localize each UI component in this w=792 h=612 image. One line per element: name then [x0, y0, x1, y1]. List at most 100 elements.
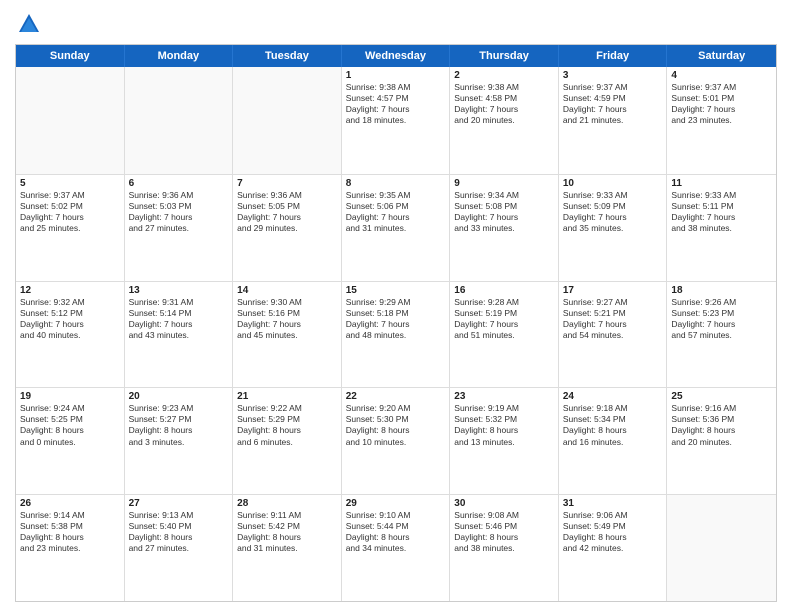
table-row — [667, 495, 776, 601]
cell-info: Sunrise: 9:29 AMSunset: 5:18 PMDaylight:… — [346, 297, 446, 341]
day-number: 27 — [129, 498, 229, 509]
cell-info: Sunrise: 9:37 AMSunset: 5:02 PMDaylight:… — [20, 190, 120, 234]
logo-icon — [15, 10, 43, 38]
cell-info: Sunrise: 9:13 AMSunset: 5:40 PMDaylight:… — [129, 510, 229, 554]
cell-info: Sunrise: 9:10 AMSunset: 5:44 PMDaylight:… — [346, 510, 446, 554]
day-number: 23 — [454, 391, 554, 402]
day-number: 11 — [671, 178, 772, 189]
cell-info: Sunrise: 9:38 AMSunset: 4:58 PMDaylight:… — [454, 82, 554, 126]
header-day-saturday: Saturday — [667, 45, 776, 67]
table-row: 14Sunrise: 9:30 AMSunset: 5:16 PMDayligh… — [233, 282, 342, 388]
cell-info: Sunrise: 9:31 AMSunset: 5:14 PMDaylight:… — [129, 297, 229, 341]
table-row — [233, 67, 342, 174]
day-number: 14 — [237, 285, 337, 296]
calendar-row-2: 5Sunrise: 9:37 AMSunset: 5:02 PMDaylight… — [16, 174, 776, 281]
table-row: 30Sunrise: 9:08 AMSunset: 5:46 PMDayligh… — [450, 495, 559, 601]
day-number: 15 — [346, 285, 446, 296]
cell-info: Sunrise: 9:38 AMSunset: 4:57 PMDaylight:… — [346, 82, 446, 126]
table-row: 1Sunrise: 9:38 AMSunset: 4:57 PMDaylight… — [342, 67, 451, 174]
cell-info: Sunrise: 9:26 AMSunset: 5:23 PMDaylight:… — [671, 297, 772, 341]
cell-info: Sunrise: 9:06 AMSunset: 5:49 PMDaylight:… — [563, 510, 663, 554]
day-number: 22 — [346, 391, 446, 402]
cell-info: Sunrise: 9:27 AMSunset: 5:21 PMDaylight:… — [563, 297, 663, 341]
table-row: 6Sunrise: 9:36 AMSunset: 5:03 PMDaylight… — [125, 175, 234, 281]
cell-info: Sunrise: 9:22 AMSunset: 5:29 PMDaylight:… — [237, 403, 337, 447]
table-row: 15Sunrise: 9:29 AMSunset: 5:18 PMDayligh… — [342, 282, 451, 388]
table-row: 4Sunrise: 9:37 AMSunset: 5:01 PMDaylight… — [667, 67, 776, 174]
table-row: 29Sunrise: 9:10 AMSunset: 5:44 PMDayligh… — [342, 495, 451, 601]
table-row: 27Sunrise: 9:13 AMSunset: 5:40 PMDayligh… — [125, 495, 234, 601]
calendar-header: SundayMondayTuesdayWednesdayThursdayFrid… — [16, 45, 776, 67]
cell-info: Sunrise: 9:16 AMSunset: 5:36 PMDaylight:… — [671, 403, 772, 447]
table-row: 5Sunrise: 9:37 AMSunset: 5:02 PMDaylight… — [16, 175, 125, 281]
cell-info: Sunrise: 9:30 AMSunset: 5:16 PMDaylight:… — [237, 297, 337, 341]
table-row: 19Sunrise: 9:24 AMSunset: 5:25 PMDayligh… — [16, 388, 125, 494]
page: SundayMondayTuesdayWednesdayThursdayFrid… — [0, 0, 792, 612]
calendar-row-4: 19Sunrise: 9:24 AMSunset: 5:25 PMDayligh… — [16, 387, 776, 494]
table-row: 25Sunrise: 9:16 AMSunset: 5:36 PMDayligh… — [667, 388, 776, 494]
table-row: 16Sunrise: 9:28 AMSunset: 5:19 PMDayligh… — [450, 282, 559, 388]
table-row: 23Sunrise: 9:19 AMSunset: 5:32 PMDayligh… — [450, 388, 559, 494]
cell-info: Sunrise: 9:08 AMSunset: 5:46 PMDaylight:… — [454, 510, 554, 554]
cell-info: Sunrise: 9:19 AMSunset: 5:32 PMDaylight:… — [454, 403, 554, 447]
header-day-tuesday: Tuesday — [233, 45, 342, 67]
calendar: SundayMondayTuesdayWednesdayThursdayFrid… — [15, 44, 777, 602]
day-number: 6 — [129, 178, 229, 189]
cell-info: Sunrise: 9:23 AMSunset: 5:27 PMDaylight:… — [129, 403, 229, 447]
table-row: 12Sunrise: 9:32 AMSunset: 5:12 PMDayligh… — [16, 282, 125, 388]
day-number: 9 — [454, 178, 554, 189]
table-row: 31Sunrise: 9:06 AMSunset: 5:49 PMDayligh… — [559, 495, 668, 601]
day-number: 29 — [346, 498, 446, 509]
cell-info: Sunrise: 9:11 AMSunset: 5:42 PMDaylight:… — [237, 510, 337, 554]
table-row: 21Sunrise: 9:22 AMSunset: 5:29 PMDayligh… — [233, 388, 342, 494]
table-row: 26Sunrise: 9:14 AMSunset: 5:38 PMDayligh… — [16, 495, 125, 601]
day-number: 7 — [237, 178, 337, 189]
day-number: 4 — [671, 70, 772, 81]
day-number: 24 — [563, 391, 663, 402]
cell-info: Sunrise: 9:18 AMSunset: 5:34 PMDaylight:… — [563, 403, 663, 447]
cell-info: Sunrise: 9:37 AMSunset: 5:01 PMDaylight:… — [671, 82, 772, 126]
table-row: 28Sunrise: 9:11 AMSunset: 5:42 PMDayligh… — [233, 495, 342, 601]
day-number: 20 — [129, 391, 229, 402]
table-row: 7Sunrise: 9:36 AMSunset: 5:05 PMDaylight… — [233, 175, 342, 281]
cell-info: Sunrise: 9:33 AMSunset: 5:09 PMDaylight:… — [563, 190, 663, 234]
header — [15, 10, 777, 38]
day-number: 25 — [671, 391, 772, 402]
cell-info: Sunrise: 9:24 AMSunset: 5:25 PMDaylight:… — [20, 403, 120, 447]
day-number: 18 — [671, 285, 772, 296]
cell-info: Sunrise: 9:35 AMSunset: 5:06 PMDaylight:… — [346, 190, 446, 234]
cell-info: Sunrise: 9:28 AMSunset: 5:19 PMDaylight:… — [454, 297, 554, 341]
day-number: 21 — [237, 391, 337, 402]
table-row: 24Sunrise: 9:18 AMSunset: 5:34 PMDayligh… — [559, 388, 668, 494]
day-number: 2 — [454, 70, 554, 81]
table-row: 9Sunrise: 9:34 AMSunset: 5:08 PMDaylight… — [450, 175, 559, 281]
day-number: 12 — [20, 285, 120, 296]
cell-info: Sunrise: 9:32 AMSunset: 5:12 PMDaylight:… — [20, 297, 120, 341]
table-row: 13Sunrise: 9:31 AMSunset: 5:14 PMDayligh… — [125, 282, 234, 388]
header-day-wednesday: Wednesday — [342, 45, 451, 67]
header-day-friday: Friday — [559, 45, 668, 67]
calendar-row-5: 26Sunrise: 9:14 AMSunset: 5:38 PMDayligh… — [16, 494, 776, 601]
day-number: 16 — [454, 285, 554, 296]
cell-info: Sunrise: 9:36 AMSunset: 5:03 PMDaylight:… — [129, 190, 229, 234]
table-row: 17Sunrise: 9:27 AMSunset: 5:21 PMDayligh… — [559, 282, 668, 388]
table-row: 22Sunrise: 9:20 AMSunset: 5:30 PMDayligh… — [342, 388, 451, 494]
table-row: 3Sunrise: 9:37 AMSunset: 4:59 PMDaylight… — [559, 67, 668, 174]
cell-info: Sunrise: 9:14 AMSunset: 5:38 PMDaylight:… — [20, 510, 120, 554]
day-number: 13 — [129, 285, 229, 296]
day-number: 26 — [20, 498, 120, 509]
calendar-row-1: 1Sunrise: 9:38 AMSunset: 4:57 PMDaylight… — [16, 67, 776, 174]
day-number: 8 — [346, 178, 446, 189]
day-number: 28 — [237, 498, 337, 509]
table-row: 18Sunrise: 9:26 AMSunset: 5:23 PMDayligh… — [667, 282, 776, 388]
table-row: 2Sunrise: 9:38 AMSunset: 4:58 PMDaylight… — [450, 67, 559, 174]
table-row — [16, 67, 125, 174]
table-row: 11Sunrise: 9:33 AMSunset: 5:11 PMDayligh… — [667, 175, 776, 281]
day-number: 10 — [563, 178, 663, 189]
header-day-monday: Monday — [125, 45, 234, 67]
day-number: 5 — [20, 178, 120, 189]
day-number: 19 — [20, 391, 120, 402]
cell-info: Sunrise: 9:33 AMSunset: 5:11 PMDaylight:… — [671, 190, 772, 234]
cell-info: Sunrise: 9:37 AMSunset: 4:59 PMDaylight:… — [563, 82, 663, 126]
logo — [15, 10, 47, 38]
